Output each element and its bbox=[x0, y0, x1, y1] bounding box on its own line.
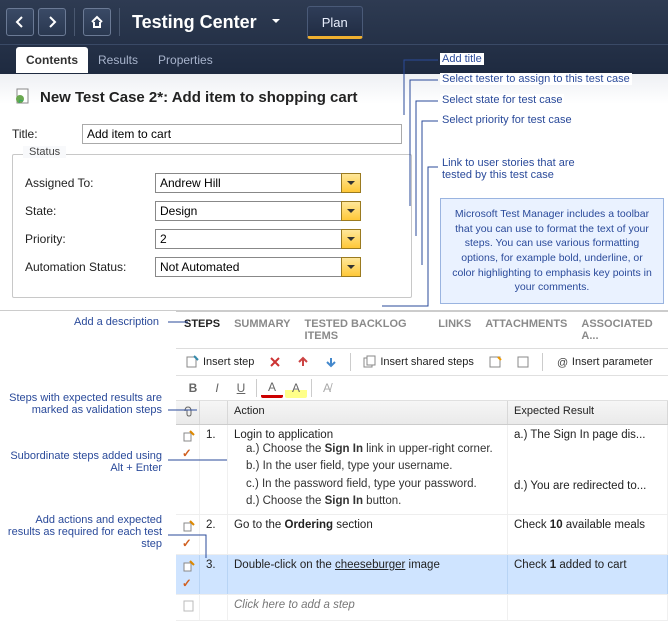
automation-status-field[interactable] bbox=[155, 257, 341, 277]
step-expected-cell[interactable]: Check 1 added to cart bbox=[508, 555, 668, 594]
priority-field[interactable] bbox=[155, 229, 341, 249]
status-legend: Status bbox=[23, 146, 66, 158]
open-icon bbox=[516, 355, 530, 369]
delete-icon bbox=[268, 355, 282, 369]
tab-summary[interactable]: SUMMARY bbox=[234, 318, 290, 342]
subtab-bar: Contents Results Properties bbox=[0, 44, 668, 74]
insert-parameter-button[interactable]: @ Insert parameter bbox=[551, 353, 657, 371]
step-action-cell[interactable]: Double-click on the cheeseburger image bbox=[228, 555, 508, 594]
priority-dropdown[interactable] bbox=[341, 229, 361, 249]
context-dropdown[interactable] bbox=[271, 15, 281, 29]
callout-format-tip: Microsoft Test Manager includes a toolba… bbox=[440, 198, 664, 304]
assigned-to-label: Assigned To: bbox=[25, 176, 155, 190]
status-group: Status Assigned To: State: Priority: bbox=[12, 154, 412, 298]
step-expected-cell[interactable]: Check 10 available meals bbox=[508, 515, 668, 554]
steps-tabstrip: STEPS SUMMARY TESTED BACKLOG ITEMS LINKS… bbox=[176, 312, 668, 349]
steps-panel: STEPS SUMMARY TESTED BACKLOG ITEMS LINKS… bbox=[176, 311, 668, 621]
state-field[interactable] bbox=[155, 201, 341, 221]
callout-validation-steps: Steps with expected results are marked a… bbox=[4, 392, 164, 416]
app-header: Testing Center Plan Contents Results Pro… bbox=[0, 0, 668, 74]
arrow-up-icon bbox=[296, 355, 310, 369]
delete-step-button[interactable] bbox=[264, 353, 286, 371]
grid-header: Action Expected Result bbox=[176, 401, 668, 425]
home-button[interactable] bbox=[83, 8, 111, 36]
action-column-header: Action bbox=[228, 401, 508, 424]
expected-column-header: Expected Result bbox=[508, 401, 668, 424]
add-step-placeholder-row[interactable]: Click here to add a step bbox=[176, 595, 668, 621]
clear-format-button[interactable]: A̸ bbox=[316, 378, 338, 398]
insert-shared-steps-button[interactable]: Insert shared steps bbox=[359, 353, 478, 371]
step-type-icon: ✓ bbox=[176, 555, 200, 594]
step-number: 1. bbox=[200, 425, 228, 514]
move-up-button[interactable] bbox=[292, 353, 314, 371]
divider bbox=[74, 8, 75, 36]
add-step-placeholder[interactable]: Click here to add a step bbox=[228, 595, 508, 620]
arrow-down-icon bbox=[324, 355, 338, 369]
insert-step-button[interactable]: Insert step bbox=[182, 353, 258, 371]
shared-steps-icon bbox=[363, 355, 377, 369]
step-number: 3. bbox=[200, 555, 228, 594]
tab-links[interactable]: LINKS bbox=[438, 318, 471, 342]
step-action-cell[interactable]: Login to applicationa.) Choose the Sign … bbox=[228, 425, 508, 514]
steps-toolbar: Insert step Insert shared steps @ Insert… bbox=[176, 349, 668, 376]
automation-status-dropdown[interactable] bbox=[341, 257, 361, 277]
activity-plan-tab[interactable]: Plan bbox=[307, 6, 363, 39]
step-number: 2. bbox=[200, 515, 228, 554]
svg-text:@: @ bbox=[557, 357, 568, 369]
assigned-to-field[interactable] bbox=[155, 173, 341, 193]
underline-button[interactable]: U bbox=[230, 378, 252, 398]
bold-button[interactable]: B bbox=[182, 378, 204, 398]
tab-attachments[interactable]: ATTACHMENTS bbox=[485, 318, 567, 342]
state-dropdown[interactable] bbox=[341, 201, 361, 221]
nav-forward-button[interactable] bbox=[38, 8, 66, 36]
highlight-button[interactable]: A bbox=[285, 378, 307, 398]
app-title: Testing Center bbox=[132, 12, 257, 33]
attachment-header-icon bbox=[176, 401, 200, 424]
table-row[interactable]: ✓1.Login to applicationa.) Choose the Si… bbox=[176, 425, 668, 515]
callout-add-actions: Add actions and expected results as requ… bbox=[4, 514, 164, 550]
step-type-icon: ✓ bbox=[176, 515, 200, 554]
parameter-icon: @ bbox=[555, 355, 569, 369]
italic-button[interactable]: I bbox=[206, 378, 228, 398]
title-field[interactable] bbox=[82, 124, 402, 144]
create-shared-steps-button[interactable] bbox=[484, 353, 506, 371]
format-toolbar: B I U A A A̸ bbox=[176, 376, 668, 401]
tab-steps[interactable]: STEPS bbox=[184, 318, 220, 342]
step-expected-cell[interactable]: a.) The Sign In page dis...d.) You are r… bbox=[508, 425, 668, 514]
step-type-icon: ✓ bbox=[176, 425, 200, 514]
subtab-contents[interactable]: Contents bbox=[16, 47, 88, 73]
priority-label: Priority: bbox=[25, 232, 155, 246]
test-case-heading: New Test Case 2*: Add item to shopping c… bbox=[12, 82, 656, 118]
title-label: Title: bbox=[12, 127, 82, 141]
callout-subordinate: Subordinate steps added using Alt + Ente… bbox=[4, 450, 164, 474]
table-row[interactable]: ✓2.Go to the Ordering sectionCheck 10 av… bbox=[176, 515, 668, 555]
state-label: State: bbox=[25, 204, 155, 218]
divider bbox=[119, 8, 120, 36]
steps-grid: Action Expected Result ✓1.Login to appli… bbox=[176, 401, 668, 621]
table-row[interactable]: ✓3.Double-click on the cheeseburger imag… bbox=[176, 555, 668, 595]
tab-tested-backlog[interactable]: TESTED BACKLOG ITEMS bbox=[305, 318, 425, 342]
subtab-results[interactable]: Results bbox=[88, 47, 148, 73]
subtab-properties[interactable]: Properties bbox=[148, 47, 223, 73]
tab-associated[interactable]: ASSOCIATED A... bbox=[581, 318, 660, 342]
move-down-button[interactable] bbox=[320, 353, 342, 371]
assigned-to-dropdown[interactable] bbox=[341, 173, 361, 193]
open-shared-steps-button[interactable] bbox=[512, 353, 534, 371]
test-case-heading-text: New Test Case 2*: Add item to shopping c… bbox=[40, 89, 358, 106]
callout-add-desc: Add a description bbox=[72, 316, 161, 328]
automation-status-label: Automation Status: bbox=[25, 260, 155, 274]
font-color-button[interactable]: A bbox=[261, 378, 283, 398]
step-action-cell[interactable]: Go to the Ordering section bbox=[228, 515, 508, 554]
test-case-icon bbox=[14, 88, 32, 106]
new-shared-icon bbox=[488, 355, 502, 369]
nav-back-button[interactable] bbox=[6, 8, 34, 36]
insert-step-icon bbox=[186, 355, 200, 369]
